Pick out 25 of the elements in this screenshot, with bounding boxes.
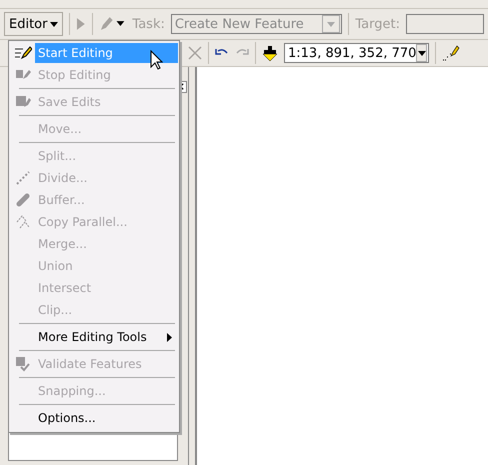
pencil-dropdown-icon[interactable]: [99, 16, 126, 32]
caret-icon: [50, 22, 58, 26]
menu-item[interactable]: Start Editing: [35, 43, 178, 63]
pencil-icon: [14, 45, 32, 61]
menu-item[interactable]: Options...: [35, 408, 178, 428]
dotted-line-icon: [16, 171, 30, 185]
target-dropdown[interactable]: [406, 14, 484, 34]
task-label: Task:: [132, 16, 165, 32]
pencil-icon: [14, 68, 30, 82]
editor-menu-button[interactable]: Editor: [4, 12, 64, 36]
buffer-icon: [16, 193, 30, 207]
menu-item[interactable]: More Editing Tools: [35, 327, 178, 347]
submenu-arrow-icon: [167, 332, 172, 342]
caret-icon: [327, 22, 336, 26]
validate-icon: [14, 356, 30, 372]
task-dropdown[interactable]: Create New Feature: [170, 14, 342, 34]
parallel-icon: [16, 215, 30, 229]
mouse-cursor-icon: [150, 50, 163, 70]
scale-dropdown[interactable]: 1:13, 891, 352, 770: [284, 43, 429, 63]
target-label: Target:: [355, 16, 400, 32]
save-icon: [14, 95, 30, 109]
add-data-icon[interactable]: [262, 45, 278, 61]
sketch-tool-icon[interactable]: [442, 44, 460, 62]
caret-icon: [418, 50, 426, 56]
undo-icon[interactable]: [215, 48, 229, 58]
